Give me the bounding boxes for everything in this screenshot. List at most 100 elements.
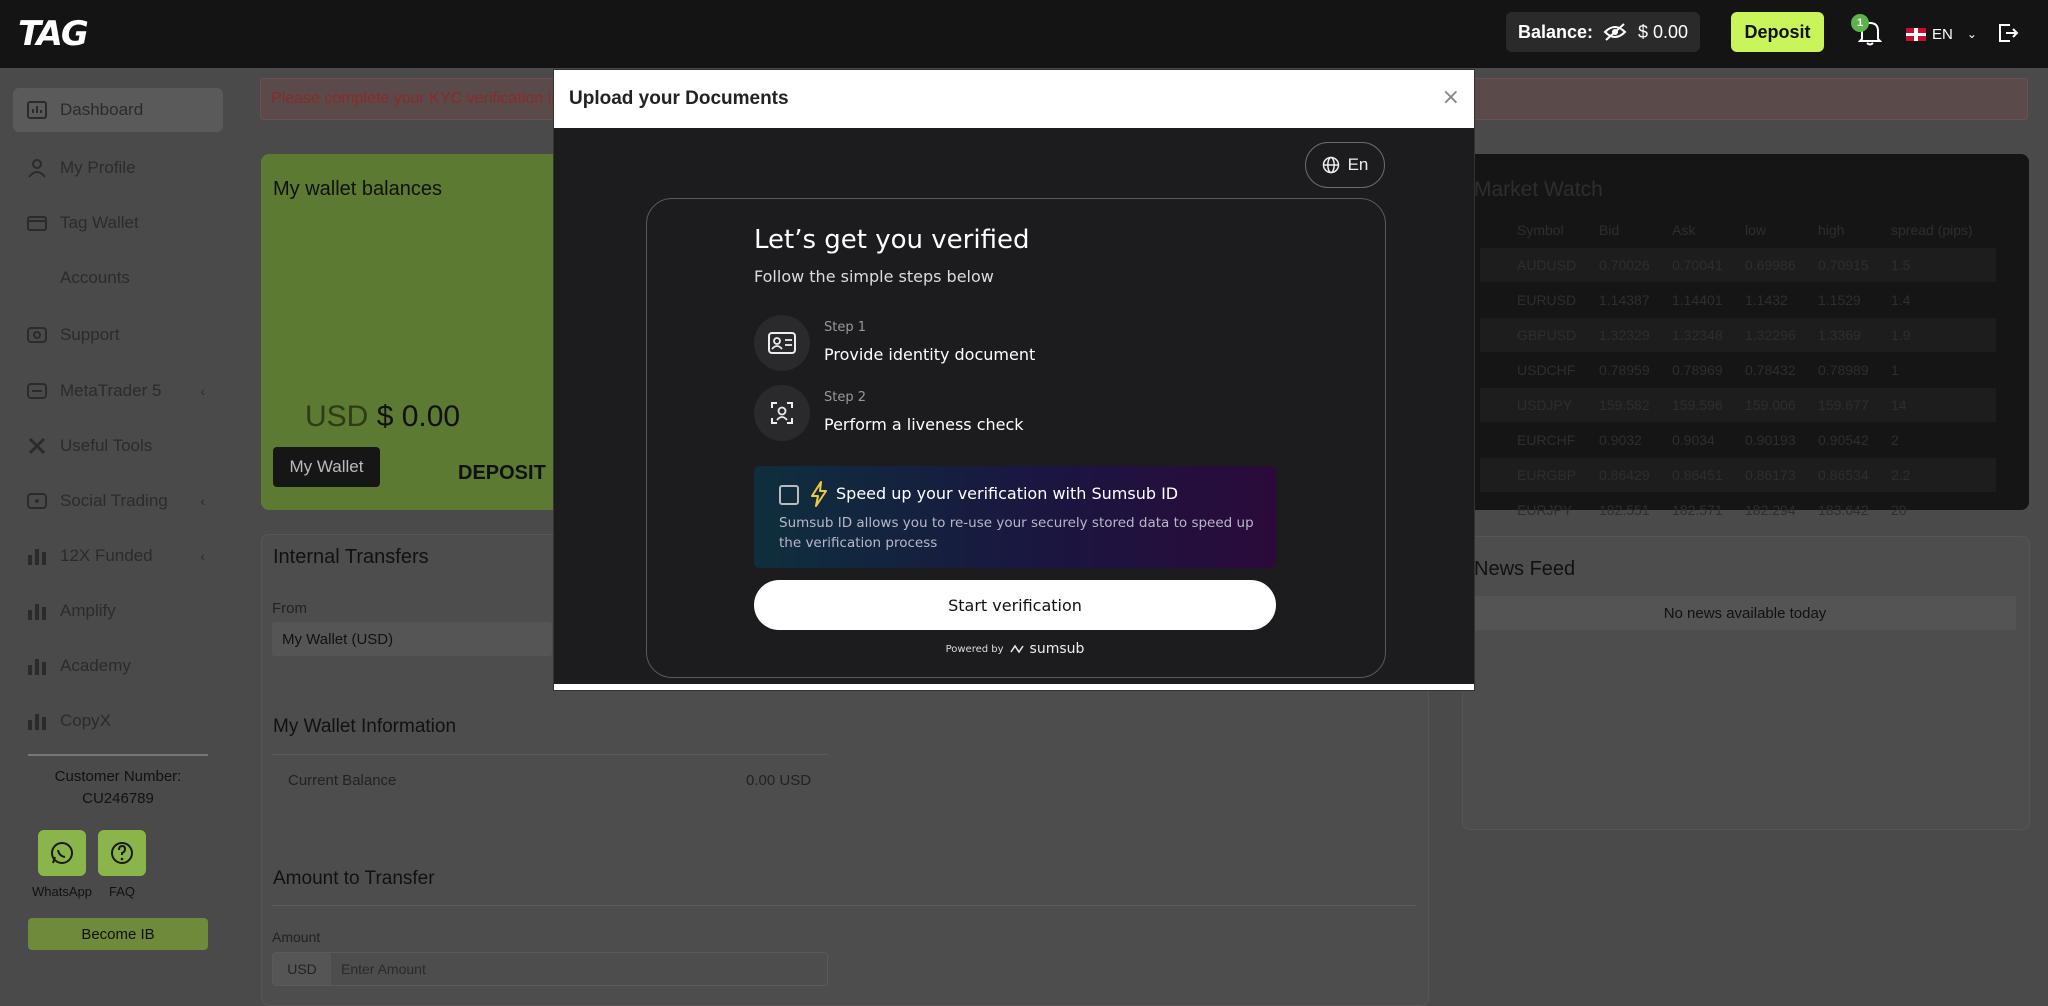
globe-icon (1322, 156, 1339, 174)
table-cell: 1.32348 (1672, 327, 1723, 343)
col-header: spread (pips) (1891, 222, 1973, 238)
chevron-left-icon: ‹ (200, 493, 205, 509)
brand-logo[interactable]: TAG (18, 14, 89, 54)
table-cell: 159.596 (1672, 397, 1723, 413)
table-row[interactable]: GBPUSD 1.32329 1.32348 1.32296 1.3369 1.9 (1480, 318, 1996, 352)
news-empty-message: No news available today (1474, 596, 2016, 630)
table-row[interactable]: EURGBP 0.86429 0.86451 0.86173 0.86534 2.2 (1480, 458, 1996, 492)
start-verification-button[interactable]: Start verification (754, 580, 1276, 630)
sumsub-id-checkbox[interactable] (779, 485, 799, 505)
table-row[interactable]: USDJPY 159.582 159.596 159.006 159.677 14 (1480, 388, 1996, 422)
table-cell: 1.3369 (1818, 327, 1861, 343)
table-cell: 0.78989 (1818, 362, 1869, 378)
sidebar-item-social-trading[interactable]: Social Trading ‹ (13, 479, 223, 523)
modal-bottom-bar (554, 684, 1474, 690)
become-ib-button[interactable]: Become IB (28, 918, 208, 950)
table-cell: EURGBP (1517, 467, 1577, 483)
sidebar-item-label: Amplify (60, 601, 116, 620)
notification-badge: 1 (1851, 14, 1869, 32)
table-cell: 0.78959 (1599, 362, 1650, 378)
table-row[interactable]: USDCHF 0.78959 0.78969 0.78432 0.78989 1 (1480, 353, 1996, 387)
table-cell: 0.70041 (1672, 257, 1723, 273)
deposit-button[interactable]: Deposit (1731, 12, 1824, 52)
table-cell: USDJPY (1517, 397, 1573, 413)
table-row[interactable]: EURJPY 182.551 182.571 182.294 183.642 20 (1480, 493, 1996, 527)
sidebar-item-label: Support (60, 325, 120, 344)
table-row[interactable]: AUDUSD 0.70026 0.70041 0.69986 0.70915 1.5 (1480, 248, 1996, 282)
sidebar-item-12x-funded[interactable]: 12X Funded ‹ (13, 534, 223, 578)
wallet-amount: USD $ 0.00 (305, 400, 460, 434)
sidebar-item-useful-tools[interactable]: Useful Tools (13, 424, 223, 468)
chart-icon (26, 546, 48, 566)
language-button[interactable]: En (1305, 142, 1385, 188)
powered-by: Powered by sumsub (754, 641, 1276, 657)
user-icon (26, 158, 48, 178)
sidebar-item-support[interactable]: Support (13, 313, 223, 357)
logout-icon[interactable] (1997, 22, 2019, 44)
sidebar-item-metatrader-5[interactable]: MetaTrader 5 ‹ (13, 369, 223, 413)
table-cell: EURCHF (1517, 432, 1576, 448)
my-wallet-button[interactable]: My Wallet (273, 447, 380, 487)
chevron-left-icon: ‹ (200, 548, 205, 564)
table-cell: 1.14387 (1599, 292, 1650, 308)
from-select[interactable]: My Wallet (USD) (272, 622, 552, 656)
wallet-card-title: My wallet balances (273, 178, 442, 200)
sidebar-item-amplify[interactable]: Amplify (13, 589, 223, 633)
divider (272, 754, 828, 755)
table-cell: 0.9032 (1599, 432, 1642, 448)
table-row[interactable]: EURUSD 1.14387 1.14401 1.1432 1.1529 1.4 (1480, 283, 1996, 317)
col-header: low (1745, 222, 1767, 238)
close-icon[interactable]: × (1442, 87, 1460, 109)
sidebar-item-dashboard[interactable]: Dashboard (13, 88, 223, 132)
chevron-down-icon: ⌄ (1966, 27, 1977, 41)
table-cell: 1.32296 (1745, 327, 1796, 343)
question-icon (111, 842, 133, 864)
table-cell: 20 (1891, 502, 1907, 518)
sidebar-item-label: Accounts (60, 268, 130, 287)
table-row[interactable]: EURCHF 0.9032 0.9034 0.90193 0.90542 2 (1480, 423, 1996, 457)
table-cell: USDCHF (1517, 362, 1576, 378)
amount-input[interactable] (331, 953, 827, 985)
sidebar-item-my-profile[interactable]: My Profile (13, 146, 223, 190)
sidebar-item-copyx[interactable]: CopyX (13, 699, 223, 743)
sidebar-item-accounts[interactable]: Accounts (13, 256, 223, 300)
balance-box: Balance: $ 0.00 (1506, 12, 1700, 52)
table-cell: 159.006 (1745, 397, 1796, 413)
table-cell: GBPUSD (1517, 327, 1577, 343)
wallet-value: $ 0.00 (376, 400, 461, 433)
lightning-icon (811, 481, 827, 507)
table-cell: 1.4 (1891, 292, 1911, 308)
faq-button[interactable] (98, 830, 146, 876)
col-header: Bid (1599, 222, 1620, 238)
table-cell: 0.9034 (1672, 432, 1715, 448)
upload-documents-modal: Upload your Documents × En Let’s get you… (553, 69, 1475, 691)
support-icon (26, 325, 48, 345)
sidebar-item-label: Tag Wallet (60, 213, 139, 232)
chart-icon (26, 711, 48, 731)
table-cell: 1.1432 (1745, 292, 1788, 308)
deposit-link[interactable]: DEPOSIT (458, 462, 546, 485)
whatsapp-button[interactable] (38, 830, 86, 876)
language-label: EN (1932, 25, 1953, 43)
sumsub-id-description: Sumsub ID allows you to re-use your secu… (779, 515, 1254, 551)
wallet-icon (26, 213, 48, 233)
customer-number-label: Customer Number: (54, 768, 182, 785)
sidebar-item-label: Academy (60, 656, 131, 675)
language-selector[interactable]: EN ⌄ (1906, 22, 1977, 46)
modal-title: Upload your Documents (569, 88, 789, 109)
table-cell: 0.90542 (1818, 432, 1869, 448)
table-cell: 0.70915 (1818, 257, 1869, 273)
chevron-left-icon: ‹ (200, 383, 205, 399)
table-cell: EURJPY (1517, 502, 1573, 518)
internal-transfers-title: Internal Transfers (273, 546, 429, 568)
table-cell: 0.86429 (1599, 467, 1650, 483)
sidebar-item-academy[interactable]: Academy (13, 644, 223, 688)
sidebar-item-tag-wallet[interactable]: Tag Wallet (13, 201, 223, 245)
dashboard-icon (26, 100, 48, 120)
eye-slash-icon[interactable] (1603, 22, 1627, 42)
sumsub-id-title: Speed up your verification with Sumsub I… (836, 484, 1179, 503)
table-cell: 0.70026 (1599, 257, 1650, 273)
table-cell: 1.14401 (1672, 292, 1723, 308)
customer-number-value: CU246789 (82, 790, 154, 807)
chart-icon (26, 601, 48, 621)
